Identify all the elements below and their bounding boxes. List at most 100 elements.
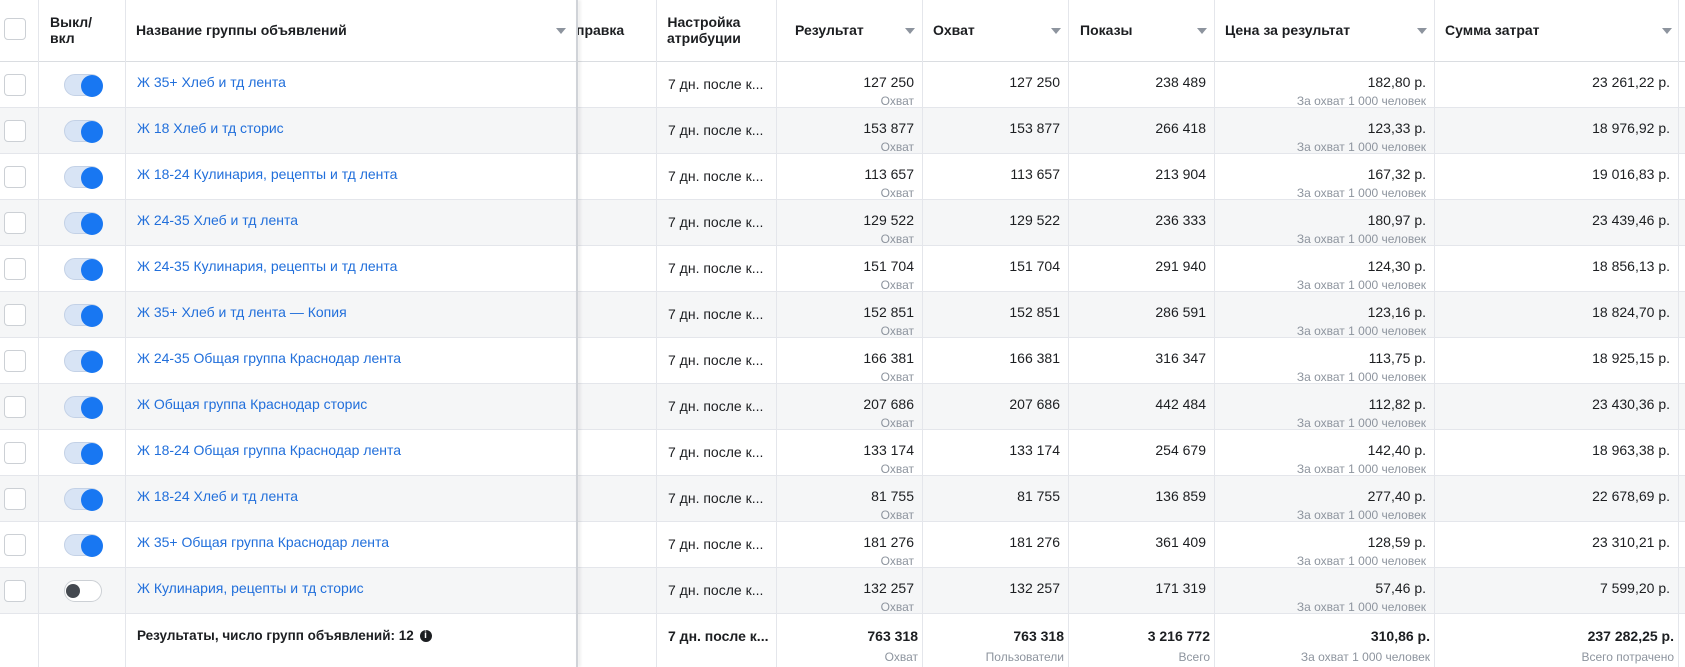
spend-value: 19 016,83 р.: [1592, 166, 1670, 182]
sort-arrow-icon[interactable]: [556, 28, 566, 34]
toggle-knob: [81, 535, 103, 557]
table-row: Ж 35+ Хлеб и тд лента — Копия 7 дн. после…: [0, 292, 1685, 338]
impressions-value: 238 489: [1155, 74, 1206, 90]
header-cpr[interactable]: Цена за результат: [1225, 22, 1350, 38]
result-subtext: Охват: [880, 278, 914, 292]
impressions-value: 291 940: [1155, 258, 1206, 274]
table-row: Ж Кулинария, рецепты и тд сторис 7 дн. по…: [0, 568, 1685, 614]
impressions-value: 171 319: [1155, 580, 1206, 596]
row-checkbox[interactable]: [4, 396, 26, 418]
toggle-knob: [81, 75, 103, 97]
cpr-subtext: За охват 1 000 человек: [1296, 324, 1426, 338]
totals-label: Результаты, число групп объявлений: 12 i: [137, 628, 432, 643]
row-checkbox[interactable]: [4, 74, 26, 96]
ad-set-name-link[interactable]: Ж 35+ Хлеб и тд лента: [137, 74, 286, 90]
reach-value: 152 851: [1009, 304, 1060, 320]
status-toggle[interactable]: [64, 212, 103, 235]
ad-set-name-link[interactable]: Ж Общая группа Краснодар сторис: [137, 396, 367, 412]
reach-value: 129 522: [1009, 212, 1060, 228]
spend-value: 23 439,46 р.: [1592, 212, 1670, 228]
sort-arrow-icon[interactable]: [1051, 28, 1061, 34]
impressions-value: 286 591: [1155, 304, 1206, 320]
result-value: 133 174: [863, 442, 914, 458]
cpr-subtext: За охват 1 000 человек: [1296, 140, 1426, 154]
sort-arrow-icon[interactable]: [1417, 28, 1427, 34]
info-icon[interactable]: i: [419, 630, 432, 643]
result-value: 181 276: [863, 534, 914, 550]
impressions-value: 213 904: [1155, 166, 1206, 182]
row-checkbox[interactable]: [4, 212, 26, 234]
ad-set-name-link[interactable]: Ж 18-24 Хлеб и тд лента: [137, 488, 298, 504]
result-subtext: Охват: [880, 94, 914, 108]
result-subtext: Охват: [880, 462, 914, 476]
cpr-subtext: За охват 1 000 человек: [1296, 186, 1426, 200]
row-checkbox[interactable]: [4, 120, 26, 142]
result-subtext: Охват: [880, 554, 914, 568]
toggle-knob: [81, 121, 103, 143]
totals-impressions-subtext: Всего: [1178, 650, 1210, 664]
header-spend[interactable]: Сумма затрат: [1445, 22, 1540, 38]
cpr-subtext: За охват 1 000 человек: [1296, 370, 1426, 384]
table-row: Ж 24-35 Кулинария, рецепты и тд лента 7 д…: [0, 246, 1685, 292]
toggle-knob: [81, 213, 103, 235]
result-value: 127 250: [863, 74, 914, 90]
header-reach[interactable]: Охват: [933, 22, 975, 38]
cpr-subtext: За охват 1 000 человек: [1296, 416, 1426, 430]
result-subtext: Охват: [880, 324, 914, 338]
attribution-value: 7 дн. после к...: [668, 76, 764, 92]
status-toggle[interactable]: [64, 350, 103, 373]
row-checkbox[interactable]: [4, 534, 26, 556]
ad-set-name-link[interactable]: Ж 24-35 Кулинария, рецепты и тд лента: [137, 258, 397, 274]
sort-arrow-icon[interactable]: [905, 28, 915, 34]
totals-result-subtext: Охват: [884, 650, 918, 664]
table-header: Выкл/ вкл Название группы объявлений пра…: [0, 0, 1685, 62]
cpr-subtext: За охват 1 000 человек: [1296, 94, 1426, 108]
cpr-subtext: За охват 1 000 человек: [1296, 232, 1426, 246]
ad-set-name-link[interactable]: Ж 24-35 Хлеб и тд лента: [137, 212, 298, 228]
row-checkbox[interactable]: [4, 350, 26, 372]
status-toggle[interactable]: [64, 120, 103, 143]
ad-set-name-link[interactable]: Ж Кулинария, рецепты и тд сторис: [137, 580, 364, 596]
impressions-value: 266 418: [1155, 120, 1206, 136]
cpr-subtext: За охват 1 000 человек: [1296, 554, 1426, 568]
status-toggle[interactable]: [64, 304, 103, 327]
header-delivery[interactable]: правка: [576, 22, 624, 38]
status-toggle[interactable]: [64, 74, 103, 97]
result-value: 132 257: [863, 580, 914, 596]
totals-cpr-subtext: За охват 1 000 человек: [1300, 650, 1430, 664]
toggle-knob: [81, 397, 103, 419]
status-toggle[interactable]: [64, 580, 102, 602]
result-value: 166 381: [863, 350, 914, 366]
status-toggle[interactable]: [64, 396, 103, 419]
status-toggle[interactable]: [64, 258, 103, 281]
header-name[interactable]: Название группы объявлений: [136, 22, 347, 38]
result-value: 113 657: [864, 166, 914, 182]
status-toggle[interactable]: [64, 166, 103, 189]
ad-set-name-link[interactable]: Ж 35+ Общая группа Краснодар лента: [137, 534, 389, 550]
header-impressions[interactable]: Показы: [1080, 22, 1133, 38]
header-result[interactable]: Результат: [795, 22, 864, 38]
row-checkbox[interactable]: [4, 442, 26, 464]
ad-set-name-link[interactable]: Ж 18 Хлеб и тд сторис: [137, 120, 284, 136]
select-all-checkbox[interactable]: [4, 18, 26, 40]
toggle-knob: [81, 167, 103, 189]
ad-set-name-link[interactable]: Ж 35+ Хлеб и тд лента — Копия: [137, 304, 347, 320]
reach-value: 153 877: [1009, 120, 1060, 136]
row-checkbox[interactable]: [4, 488, 26, 510]
status-toggle[interactable]: [64, 442, 103, 465]
status-toggle[interactable]: [64, 488, 103, 511]
status-toggle[interactable]: [64, 534, 103, 557]
row-checkbox[interactable]: [4, 304, 26, 326]
attribution-value: 7 дн. после к...: [668, 398, 764, 414]
row-checkbox[interactable]: [4, 166, 26, 188]
sort-arrow-icon[interactable]: [1662, 28, 1672, 34]
toggle-knob: [81, 259, 103, 281]
ad-set-name-link[interactable]: Ж 18-24 Кулинария, рецепты и тд лента: [137, 166, 397, 182]
cpr-value: 112,82 р.: [1368, 396, 1426, 412]
header-attribution[interactable]: Настройка атрибуции: [667, 14, 741, 46]
sort-arrow-icon[interactable]: [1197, 28, 1207, 34]
ad-set-name-link[interactable]: Ж 24-35 Общая группа Краснодар лента: [137, 350, 401, 366]
ad-set-name-link[interactable]: Ж 18-24 Общая группа Краснодар лента: [137, 442, 401, 458]
row-checkbox[interactable]: [4, 258, 26, 280]
row-checkbox[interactable]: [4, 580, 26, 602]
